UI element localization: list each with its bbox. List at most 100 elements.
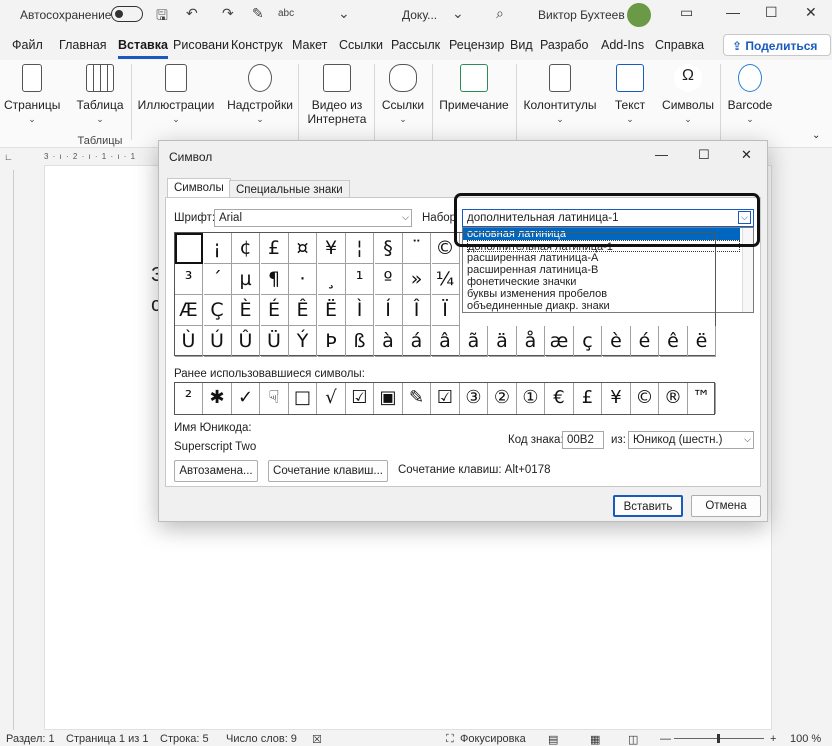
tab-developer[interactable]: Разрабо: [540, 38, 588, 52]
symbol-cell[interactable]: á: [403, 326, 431, 357]
symbol-cell[interactable]: ¶: [260, 264, 289, 295]
symbol-cell[interactable]: ¢: [232, 233, 260, 264]
tab-design[interactable]: Конструк: [231, 38, 283, 52]
status-line[interactable]: Строка: 5: [160, 733, 209, 745]
focus-label[interactable]: Фокусировка: [460, 733, 526, 745]
symbol-cell[interactable]: º: [374, 264, 403, 295]
recent-symbol[interactable]: ©: [631, 383, 659, 414]
tab-draw[interactable]: Рисовани: [173, 38, 229, 52]
recent-symbol[interactable]: ™: [688, 383, 716, 414]
online-video-button[interactable]: Видео из Интернета: [302, 64, 372, 126]
focus-icon[interactable]: ⛶: [446, 733, 454, 746]
recent-symbol[interactable]: ①: [517, 383, 545, 414]
undo-icon[interactable]: ↶: [186, 5, 198, 22]
symbol-cell[interactable]: ¹: [346, 264, 374, 295]
symbol-cell[interactable]: Ï: [431, 295, 460, 326]
symbol-cell[interactable]: ¥: [317, 233, 346, 264]
tab-home[interactable]: Главная: [59, 38, 107, 52]
ribbon-display-icon[interactable]: ▭: [680, 4, 693, 21]
spelling-icon[interactable]: abc: [278, 8, 294, 19]
recent-symbol[interactable]: ✓: [232, 383, 260, 414]
symbol-cell[interactable]: Ê: [289, 295, 317, 326]
autosave-toggle[interactable]: [111, 6, 143, 22]
symbol-cell[interactable]: Ë: [317, 295, 346, 326]
symbols-button[interactable]: Ω Символы ⌄: [660, 64, 716, 126]
text-button[interactable]: Текст ⌄: [610, 64, 650, 126]
tab-symbols[interactable]: Символы: [167, 178, 231, 198]
tab-stop-icon[interactable]: ∟: [4, 152, 13, 162]
symbol-cell[interactable]: Û: [232, 326, 260, 357]
tab-help[interactable]: Справка: [655, 38, 704, 52]
symbol-cell[interactable]: ¦: [346, 233, 374, 264]
symbol-cell[interactable]: §: [374, 233, 403, 264]
redo-icon[interactable]: ↷: [222, 5, 234, 22]
pages-button[interactable]: Страницы ⌄: [4, 64, 60, 126]
symbol-cell[interactable]: Î: [403, 295, 431, 326]
status-section[interactable]: Раздел: 1: [6, 733, 55, 745]
recent-symbol[interactable]: ¥: [603, 383, 631, 414]
format-painter-icon[interactable]: ✎: [252, 5, 264, 22]
symbol-cell[interactable]: Ì: [346, 295, 374, 326]
symbol-cell[interactable]: ³: [175, 264, 203, 295]
minimize-icon[interactable]: —: [726, 4, 740, 20]
symbol-cell[interactable]: æ: [545, 326, 574, 357]
recent-symbol[interactable]: ②: [489, 383, 517, 414]
recent-symbol[interactable]: ☑: [432, 383, 460, 414]
recent-symbol[interactable]: ✱: [204, 383, 232, 414]
recent-symbol[interactable]: ▣: [375, 383, 403, 414]
symbol-cell[interactable]: È: [232, 295, 260, 326]
symbol-cell[interactable]: ä: [488, 326, 517, 357]
recent-symbol[interactable]: ®: [660, 383, 688, 414]
symbol-cell[interactable]: å: [517, 326, 545, 357]
tab-addins[interactable]: Add-Ins: [601, 38, 644, 52]
search-icon[interactable]: ⌕: [496, 5, 504, 22]
chevron-down-icon[interactable]: ⌄: [452, 5, 464, 22]
maximize-icon[interactable]: ☐: [765, 4, 778, 21]
save-icon[interactable]: 🖫: [156, 5, 168, 29]
close-icon[interactable]: ✕: [805, 4, 817, 21]
symbol-cell[interactable]: »: [403, 264, 431, 295]
symbol-cell[interactable]: É: [260, 295, 289, 326]
symbol-cell[interactable]: £: [260, 233, 289, 264]
symbol-cell[interactable]: ¤: [289, 233, 317, 264]
links-button[interactable]: Ссылки ⌄: [378, 64, 428, 126]
symbol-cell[interactable]: Þ: [317, 326, 346, 357]
recent-symbol[interactable]: ☑: [346, 383, 374, 414]
web-layout-icon[interactable]: ◫: [628, 733, 638, 746]
zoom-level[interactable]: 100 %: [790, 733, 821, 745]
symbol-cell[interactable]: à: [374, 326, 403, 357]
symbol-grid[interactable]: ¡ ¢ £ ¤ ¥ ¦ § ¨ © ³ ´ µ ¶ · ¸ ¹ º» ¼ Æ Ç È É Ê Ë Ì Í Î Ï Ù Ú Û Ü Ý Þß à á â ã…: [174, 232, 716, 357]
share-button[interactable]: ⇪ Поделиться: [723, 34, 831, 56]
symbol-cell[interactable]: ã: [460, 326, 488, 357]
maximize-icon[interactable]: ☐: [698, 147, 710, 163]
avatar[interactable]: [627, 3, 651, 27]
more-commands-icon[interactable]: ⌄: [338, 5, 350, 22]
symbol-cell[interactable]: [175, 233, 203, 264]
addins-button[interactable]: Надстройки ⌄: [224, 64, 296, 126]
symbol-cell[interactable]: Ç: [203, 295, 232, 326]
close-icon[interactable]: ✕: [741, 147, 752, 163]
autocorrect-button[interactable]: Автозамена...: [174, 460, 258, 482]
insert-button[interactable]: Вставить: [613, 495, 683, 517]
recent-symbol[interactable]: ③: [460, 383, 488, 414]
recent-symbol[interactable]: ✎: [403, 383, 431, 414]
symbol-cell[interactable]: µ: [232, 264, 260, 295]
status-page[interactable]: Страница 1 из 1: [66, 733, 148, 745]
table-button[interactable]: Таблица ⌄: [72, 64, 128, 126]
read-mode-icon[interactable]: ▤: [548, 733, 558, 746]
recent-symbol[interactable]: □: [289, 383, 317, 414]
symbol-cell[interactable]: Ü: [260, 326, 289, 357]
tab-review[interactable]: Рецензир: [449, 38, 504, 52]
comment-button[interactable]: Примечание: [436, 64, 512, 112]
tab-file[interactable]: Файл: [12, 38, 43, 52]
symbol-cell[interactable]: é: [631, 326, 659, 357]
from-select[interactable]: Юникод (шестн.) ⌵: [628, 431, 754, 449]
zoom-slider-thumb[interactable]: [717, 734, 720, 743]
symbol-cell[interactable]: ´: [203, 264, 232, 295]
status-words[interactable]: Число слов: 9: [226, 733, 297, 745]
tab-references[interactable]: Ссылки: [339, 38, 383, 52]
tab-mailings[interactable]: Рассылк: [391, 38, 440, 52]
symbol-cell[interactable]: Ý: [289, 326, 317, 357]
shortcut-key-button[interactable]: Сочетание клавиш...: [268, 460, 388, 482]
tab-layout[interactable]: Макет: [292, 38, 327, 52]
